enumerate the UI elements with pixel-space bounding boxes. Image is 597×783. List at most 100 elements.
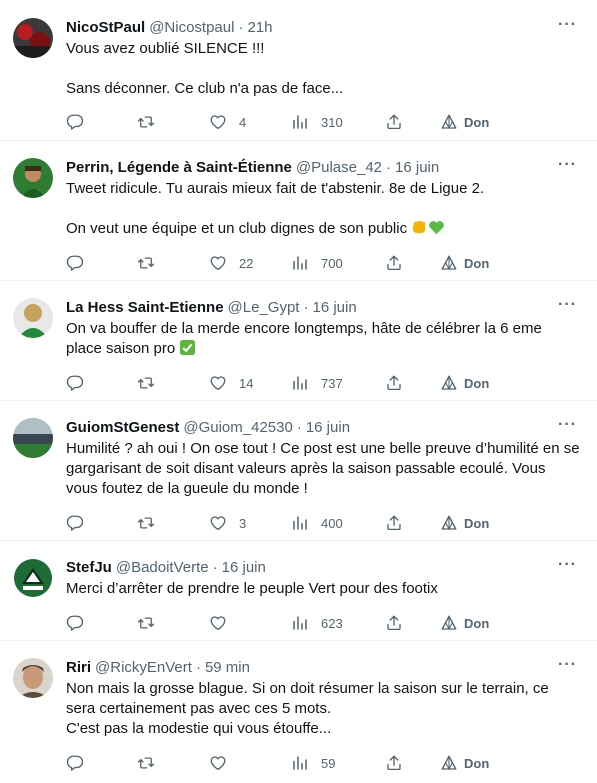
user-handle[interactable]: @Nicostpaul [149, 18, 234, 38]
tweet[interactable]: GuiomStGenest @Guiom_42530 · 16 juin ···… [0, 401, 597, 541]
retweet-icon [137, 113, 155, 131]
retweet-icon [137, 254, 155, 272]
user-handle[interactable]: @Le_Gypt [228, 298, 300, 318]
tip-button[interactable]: Don [440, 113, 489, 131]
views-button[interactable]: 700 [291, 254, 343, 272]
retweet-button[interactable] [137, 374, 167, 392]
tip-button[interactable]: Don [440, 754, 489, 772]
views-button[interactable]: 59 [291, 754, 335, 772]
tip-label: Don [464, 755, 490, 771]
reply-icon [66, 113, 84, 131]
share-button[interactable] [385, 754, 403, 772]
share-button[interactable] [385, 254, 403, 272]
avatar[interactable] [13, 18, 53, 58]
tweet[interactable]: Perrin, Légende à Saint-Étienne @Pulase_… [0, 141, 597, 281]
retweet-icon [137, 754, 155, 772]
display-name[interactable]: La Hess Saint-Etienne [66, 298, 224, 318]
share-icon [385, 514, 403, 532]
like-button[interactable]: 3 [209, 514, 246, 532]
share-button[interactable] [385, 113, 403, 131]
retweet-button[interactable] [137, 254, 167, 272]
display-name[interactable]: NicoStPaul [66, 18, 145, 38]
tweet-actions: 22 700 Don [66, 254, 597, 274]
avatar[interactable] [13, 418, 53, 458]
tip-icon [440, 754, 458, 772]
tip-button[interactable]: Don [440, 374, 489, 392]
tweet-text: Tweet ridicule. Tu aurais mieux fait de … [66, 179, 581, 242]
more-icon[interactable]: ··· [558, 16, 577, 34]
share-button[interactable] [385, 614, 403, 632]
tweet-header: La Hess Saint-Etienne @Le_Gypt · 16 juin [66, 281, 581, 318]
tip-label: Don [464, 515, 490, 531]
like-count: 3 [239, 515, 247, 531]
tweet[interactable]: StefJu @BadoitVerte · 16 juin ··· Merci … [0, 541, 597, 641]
views-button[interactable]: 400 [291, 514, 343, 532]
tip-button[interactable]: Don [440, 254, 489, 272]
tweet-text: Merci d’arrêter de prendre le peuple Ver… [66, 580, 438, 597]
avatar[interactable] [13, 298, 53, 338]
like-button[interactable] [209, 754, 239, 772]
timestamp[interactable]: 16 juin [222, 558, 266, 578]
timestamp[interactable]: 59 min [205, 658, 250, 678]
like-button[interactable]: 14 [209, 374, 253, 392]
tweet-header: GuiomStGenest @Guiom_42530 · 16 juin [66, 401, 581, 438]
display-name[interactable]: Perrin, Légende à Saint-Étienne [66, 158, 292, 178]
timestamp[interactable]: 16 juin [395, 158, 439, 178]
tweet[interactable]: NicoStPaul @Nicostpaul · 21h ··· Vous av… [0, 0, 597, 141]
avatar[interactable] [13, 158, 53, 198]
reply-button[interactable] [66, 254, 96, 272]
reply-button[interactable] [66, 374, 96, 392]
user-handle[interactable]: @Pulase_42 [296, 158, 382, 178]
tweet-header: Perrin, Légende à Saint-Étienne @Pulase_… [66, 141, 581, 178]
tip-label: Don [464, 375, 490, 391]
more-icon[interactable]: ··· [558, 556, 577, 574]
reply-button[interactable] [66, 754, 96, 772]
reply-button[interactable] [66, 614, 96, 632]
retweet-button[interactable] [137, 113, 167, 131]
display-name[interactable]: Riri [66, 658, 91, 678]
tweet-actions: 59 Don [66, 754, 597, 774]
like-button[interactable]: 4 [209, 113, 246, 131]
retweet-button[interactable] [137, 614, 167, 632]
display-name[interactable]: StefJu [66, 558, 112, 578]
tweet-actions: 4 310 Don [66, 113, 597, 133]
user-handle[interactable]: @Guiom_42530 [183, 418, 292, 438]
views-icon [291, 614, 309, 632]
timestamp[interactable]: 16 juin [312, 298, 356, 318]
separator-dot: · [386, 159, 392, 176]
display-name[interactable]: GuiomStGenest [66, 418, 179, 438]
views-icon [291, 254, 309, 272]
share-button[interactable] [385, 514, 403, 532]
share-icon [385, 614, 403, 632]
tweet-text: On va bouffer de la merde encore longtem… [66, 319, 581, 362]
retweet-button[interactable] [137, 754, 167, 772]
check-emoji-icon [179, 339, 196, 362]
more-icon[interactable]: ··· [558, 296, 577, 314]
user-handle[interactable]: @RickyEnVert [95, 658, 192, 678]
tip-icon [440, 514, 458, 532]
views-button[interactable]: 310 [291, 113, 343, 131]
like-button[interactable]: 22 [209, 254, 253, 272]
timestamp[interactable]: 16 juin [306, 418, 350, 438]
reply-button[interactable] [66, 113, 96, 131]
reply-button[interactable] [66, 514, 96, 532]
user-handle[interactable]: @BadoitVerte [116, 558, 209, 578]
views-button[interactable]: 737 [291, 374, 343, 392]
timestamp[interactable]: 21h [247, 18, 272, 38]
tip-button[interactable]: Don [440, 614, 489, 632]
views-button[interactable]: 623 [291, 614, 343, 632]
views-icon [291, 754, 309, 772]
more-icon[interactable]: ··· [558, 416, 577, 434]
avatar[interactable] [13, 658, 53, 698]
share-button[interactable] [385, 374, 403, 392]
avatar[interactable] [13, 558, 53, 598]
more-icon[interactable]: ··· [558, 156, 577, 174]
more-icon[interactable]: ··· [558, 656, 577, 674]
retweet-button[interactable] [137, 514, 167, 532]
like-count: 14 [239, 375, 254, 391]
tweet[interactable]: La Hess Saint-Etienne @Le_Gypt · 16 juin… [0, 281, 597, 401]
tweet[interactable]: Riri @RickyEnVert · 59 min ··· Non mais … [0, 641, 597, 783]
tip-button[interactable]: Don [440, 514, 489, 532]
like-button[interactable] [209, 614, 239, 632]
separator-dot: · [212, 559, 218, 576]
